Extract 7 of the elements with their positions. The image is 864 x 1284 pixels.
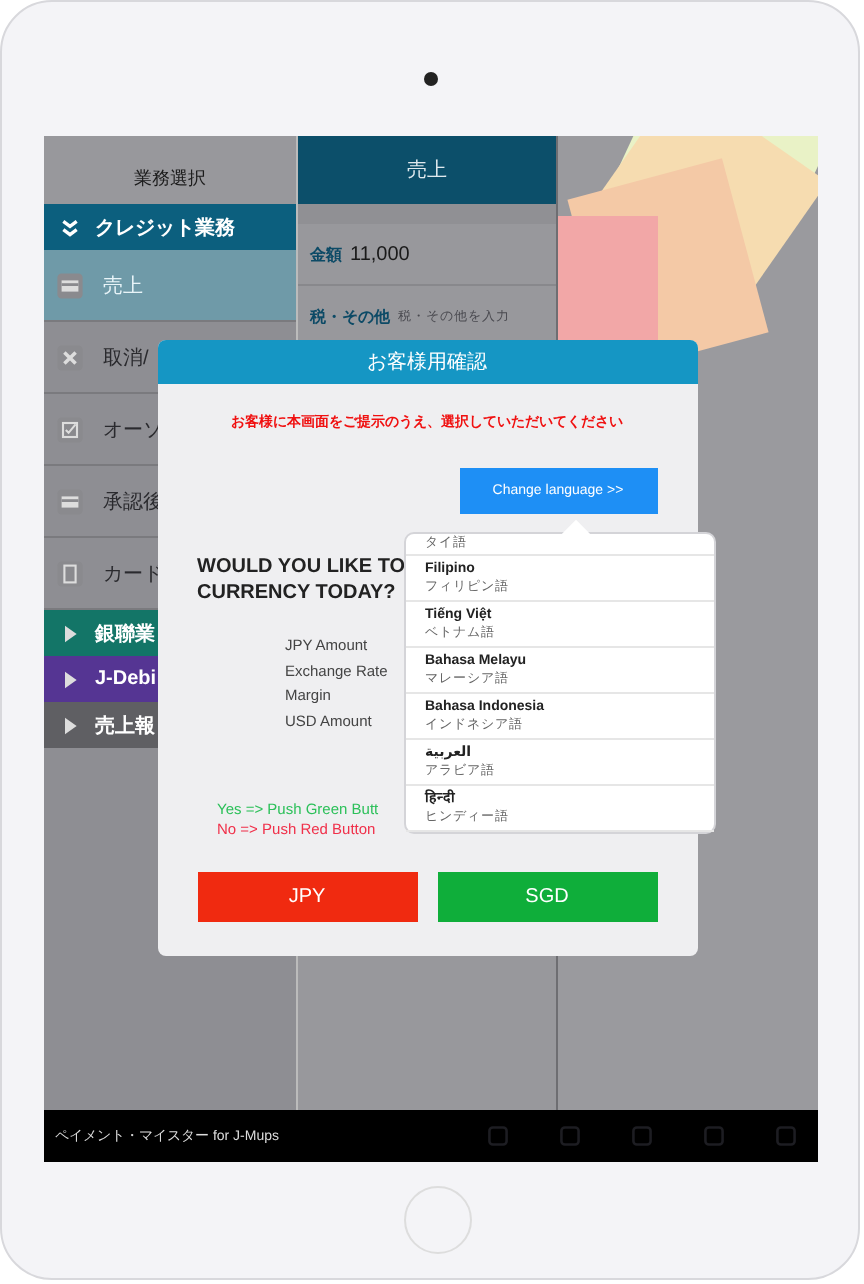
- question-text: CURRENCY TODAY?: [197, 580, 397, 606]
- column-header: 売上: [298, 136, 555, 204]
- amount-value: 11,000: [350, 243, 410, 265]
- dialog-title: お客様用確認: [157, 340, 697, 384]
- field-label: 税・その他: [310, 305, 391, 327]
- column-header: 業務選択: [43, 136, 297, 204]
- field-label: 金額: [310, 243, 343, 265]
